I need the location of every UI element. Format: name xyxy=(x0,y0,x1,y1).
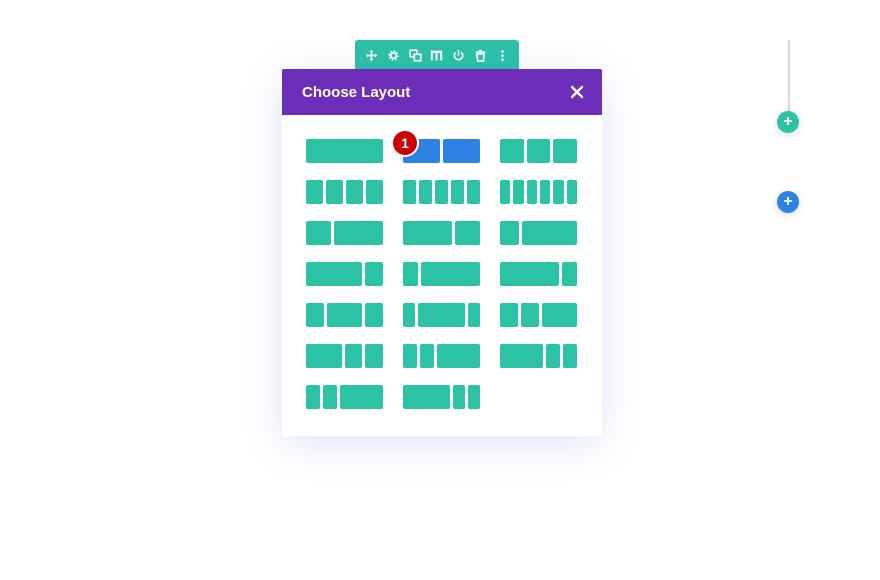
layout-column xyxy=(420,344,435,368)
layout-column xyxy=(306,344,342,368)
layout-column xyxy=(417,303,466,327)
layout-column xyxy=(437,344,480,368)
modal-title: Choose Layout xyxy=(302,83,411,101)
toolbar-caret xyxy=(434,61,448,68)
plus-icon: + xyxy=(783,193,793,210)
choose-layout-modal: Choose Layout xyxy=(282,69,602,436)
layout-column xyxy=(468,385,480,409)
layout-column xyxy=(306,262,362,286)
layout-column xyxy=(306,180,323,204)
add-section-button[interactable]: + xyxy=(777,111,799,133)
layout-column xyxy=(500,344,543,368)
modal-header: Choose Layout xyxy=(282,69,602,115)
layout-column xyxy=(403,221,453,245)
layout-column xyxy=(443,139,480,163)
layout-column xyxy=(500,262,560,286)
layout-column xyxy=(420,262,480,286)
layout-column xyxy=(451,180,464,204)
add-row-button[interactable]: + xyxy=(777,191,799,213)
layout-column xyxy=(365,303,383,327)
layout-column xyxy=(366,180,383,204)
layout-column xyxy=(365,344,383,368)
layout-column xyxy=(545,344,560,368)
layout-option-5[interactable] xyxy=(403,180,480,204)
layout-column xyxy=(526,180,537,204)
layout-column xyxy=(500,221,519,245)
plus-icon: + xyxy=(783,113,793,130)
layout-column xyxy=(306,303,324,327)
layout-column xyxy=(500,180,511,204)
layout-column xyxy=(562,344,577,368)
layout-column xyxy=(364,262,383,286)
layout-option-12[interactable] xyxy=(500,262,577,286)
layout-column xyxy=(513,180,524,204)
layout-column xyxy=(306,385,321,409)
layout-column xyxy=(419,180,432,204)
layout-column xyxy=(468,303,480,327)
layout-option-17[interactable] xyxy=(403,344,480,368)
layout-column xyxy=(306,139,383,163)
layout-option-18[interactable] xyxy=(500,344,577,368)
close-icon[interactable] xyxy=(570,85,584,99)
layout-option-15[interactable] xyxy=(500,303,577,327)
layout-option-6[interactable] xyxy=(500,180,577,204)
trash-icon[interactable] xyxy=(471,46,489,64)
layout-column xyxy=(467,180,480,204)
layout-column xyxy=(520,303,539,327)
layout-column xyxy=(346,180,363,204)
duplicate-icon[interactable] xyxy=(406,46,424,64)
layout-column xyxy=(553,180,564,204)
layout-column xyxy=(453,385,466,409)
layout-option-7[interactable] xyxy=(306,221,383,245)
layout-column xyxy=(403,180,416,204)
layout-column xyxy=(435,180,448,204)
layout-column xyxy=(539,180,551,204)
layout-column xyxy=(340,385,383,409)
layout-column xyxy=(526,139,551,163)
layout-column xyxy=(500,139,524,163)
layout-column xyxy=(403,344,418,368)
layout-option-1[interactable] xyxy=(306,139,383,163)
layout-column xyxy=(326,303,363,327)
layout-column xyxy=(403,262,418,286)
gear-icon[interactable] xyxy=(385,46,403,64)
layout-column xyxy=(306,221,331,245)
layout-option-14[interactable] xyxy=(403,303,480,327)
layout-option-10[interactable] xyxy=(306,262,383,286)
layout-option-9[interactable] xyxy=(500,221,577,245)
layout-option-19[interactable] xyxy=(306,385,383,409)
layout-column xyxy=(323,385,338,409)
layout-option-11[interactable] xyxy=(403,262,480,286)
layout-option-16[interactable] xyxy=(306,344,383,368)
layout-option-8[interactable] xyxy=(403,221,480,245)
layout-option-20[interactable] xyxy=(403,385,480,409)
layout-column xyxy=(455,221,480,245)
more-icon[interactable] xyxy=(493,46,511,64)
layout-column xyxy=(344,344,363,368)
move-icon[interactable] xyxy=(363,46,381,64)
layout-option-13[interactable] xyxy=(306,303,383,327)
step-badge: 1 xyxy=(393,131,417,155)
layout-column xyxy=(500,303,518,327)
layout-option-4[interactable] xyxy=(306,180,383,204)
layout-column xyxy=(553,139,577,163)
layout-column xyxy=(541,303,577,327)
layout-column xyxy=(403,303,415,327)
section-divider-line xyxy=(788,40,790,114)
layout-column xyxy=(326,180,343,204)
layout-column xyxy=(562,262,577,286)
layout-column xyxy=(566,180,577,204)
power-icon[interactable] xyxy=(450,46,468,64)
layout-column xyxy=(403,385,451,409)
layout-column xyxy=(521,221,577,245)
layout-column xyxy=(333,221,383,245)
layout-option-3[interactable] xyxy=(500,139,577,163)
